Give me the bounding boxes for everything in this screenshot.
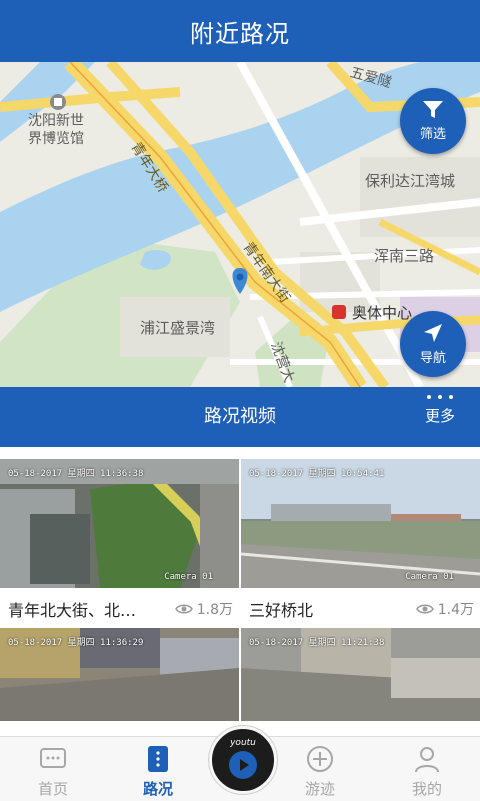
tab-home-label: 首页: [37, 780, 68, 798]
map-label-baoli: 保利达江湾城: [365, 172, 456, 190]
video-card[interactable]: 05-18-2017 星期四 11:21:38: [241, 628, 480, 723]
tab-trips-label: 游迹: [304, 780, 335, 798]
video-osd: 05-18-2017 星期四 11:36:29: [8, 638, 144, 648]
app-header: 附近路况: [0, 0, 480, 62]
video-views: 1.4万: [415, 599, 474, 619]
navigate-arrow-icon: [424, 324, 442, 342]
video-thumbnail[interactable]: 05-18-2017 星期四 11:21:38: [241, 628, 480, 721]
video-name: 青年北大街、北…: [8, 601, 137, 620]
center-play-button[interactable]: youtu: [209, 726, 277, 794]
page-title: 附近路况: [190, 19, 290, 48]
play-icon: [240, 759, 249, 771]
brand-logo-text: youtu: [230, 738, 256, 748]
video-grid: 05-18-2017 星期四 11:36:38 Camera 01 青年北大街、…: [0, 459, 480, 721]
video-caption: 青年北大街、北… 1.8万: [0, 588, 239, 626]
video-card[interactable]: 05-18-2017 星期四 11:36:38 Camera 01 青年北大街、…: [0, 459, 239, 626]
funnel-icon: [423, 101, 443, 118]
message-box-icon: [40, 748, 66, 768]
eye-icon: [415, 604, 434, 614]
video-view-count: 1.4万: [437, 602, 474, 618]
list-dots-icon: [148, 746, 168, 772]
more-button[interactable]: 更多: [418, 395, 462, 426]
map-label-pujiang: 浦江盛景湾: [140, 319, 216, 337]
videos-section-bar: 路况视频 更多: [0, 387, 480, 447]
video-osd: 05-18-2017 星期四 10:54:41: [249, 469, 385, 479]
video-name: 三好桥北: [249, 601, 314, 620]
video-views: 1.8万: [174, 599, 233, 619]
filter-button[interactable]: 筛选: [400, 88, 466, 154]
play-icon-circle: [229, 751, 257, 779]
video-card[interactable]: 05-18-2017 星期四 10:54:41 Camera 01 三好桥北 1…: [241, 459, 480, 626]
tab-home[interactable]: 首页: [5, 737, 101, 801]
tab-traffic[interactable]: 路况: [110, 737, 206, 801]
person-icon: [415, 747, 439, 773]
map-label-aoti: 奥体中心: [352, 304, 413, 322]
video-thumbnail[interactable]: 05-18-2017 星期四 11:36:29: [0, 628, 239, 721]
videos-section-title: 路况视频: [204, 406, 276, 427]
video-thumbnail[interactable]: 05-18-2017 星期四 10:54:41 Camera 01: [241, 459, 480, 588]
video-view-count: 1.8万: [196, 602, 233, 618]
navigate-button[interactable]: 导航: [400, 311, 466, 377]
video-card[interactable]: 05-18-2017 星期四 11:36:29: [0, 628, 239, 723]
eye-icon: [174, 604, 193, 614]
video-osd: 05-18-2017 星期四 11:21:38: [249, 638, 385, 648]
tab-profile[interactable]: 我的: [379, 737, 475, 801]
more-dots-icon: [418, 395, 462, 399]
map-label-hunnan3: 浑南三路: [374, 247, 435, 265]
more-button-label: 更多: [424, 407, 455, 425]
compass-plus-icon: [307, 746, 333, 772]
video-thumbnail[interactable]: 05-18-2017 星期四 11:36:38 Camera 01: [0, 459, 239, 588]
video-caption: 三好桥北 1.4万: [241, 588, 480, 626]
tab-trips[interactable]: 游迹: [272, 737, 368, 801]
navigate-button-label: 导航: [419, 351, 446, 366]
map-label-museum: 沈阳新世 界博览馆: [28, 113, 84, 147]
tab-traffic-label: 路况: [142, 780, 173, 798]
map-view[interactable]: 沈阳新世 界博览馆 五爱隧 保利达江湾城 浑南三路 青年大桥 青年南大街 奥体中…: [0, 62, 480, 387]
video-osd: 05-18-2017 星期四 11:36:38: [8, 469, 144, 479]
camera-tag: Camera 01: [164, 572, 213, 582]
camera-tag: Camera 01: [405, 572, 454, 582]
tab-profile-label: 我的: [411, 780, 442, 798]
filter-button-label: 筛选: [419, 127, 446, 142]
